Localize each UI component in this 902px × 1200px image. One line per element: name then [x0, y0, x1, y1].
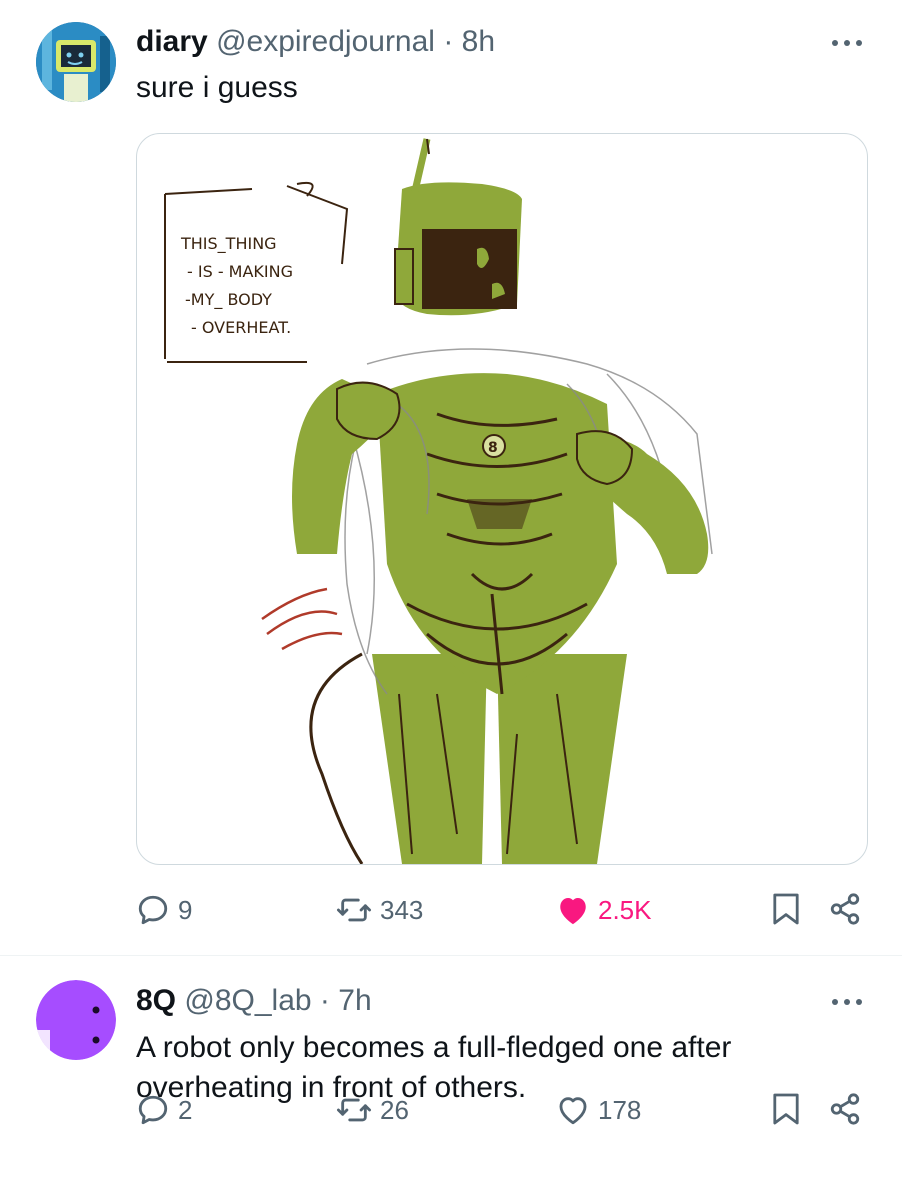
caption-line-2: - IS - MAKING: [187, 262, 293, 281]
repost-button[interactable]: 343: [336, 890, 423, 930]
post-image[interactable]: THIS_THING - IS - MAKING -MY_ BODY - OVE…: [136, 133, 868, 865]
like-icon: [560, 897, 586, 925]
caption-line-4: - OVERHEAT.: [191, 318, 291, 337]
bookmark-button[interactable]: [772, 892, 800, 931]
repost-icon: [337, 1098, 371, 1122]
caption-line-3: -MY_ BODY: [185, 290, 272, 310]
separator: ·: [319, 984, 330, 1017]
author-name[interactable]: diary: [136, 25, 208, 58]
repost-count: 343: [380, 894, 424, 925]
share-button[interactable]: [828, 892, 862, 931]
author-handle[interactable]: @expiredjournal: [216, 25, 435, 58]
post-time[interactable]: 8h: [462, 25, 495, 58]
reply-count: 2: [178, 1094, 193, 1125]
like-icon: [559, 1097, 587, 1125]
chest-badge: 8: [488, 440, 498, 456]
heat-lines: [261, 587, 343, 651]
avatar[interactable]: [36, 22, 116, 102]
post-diary[interactable]: diary @expiredjournal · 8h sure i guess …: [0, 0, 902, 956]
post-time[interactable]: 7h: [338, 984, 371, 1017]
post-actions: 2 26 178: [136, 1090, 866, 1130]
speech-text: THIS_THING - IS - MAKING -MY_ BODY - OVE…: [180, 234, 293, 337]
separator: ·: [443, 25, 454, 58]
reply-icon: [138, 895, 168, 925]
author-handle[interactable]: @8Q_lab: [184, 984, 311, 1017]
share-button[interactable]: [828, 1092, 862, 1131]
like-count: 2.5K: [598, 894, 652, 925]
reply-count: 9: [178, 894, 193, 925]
reply-button[interactable]: 9: [136, 890, 192, 930]
share-icon: [830, 893, 860, 925]
repost-icon: [337, 898, 371, 922]
author-name[interactable]: 8Q: [136, 984, 176, 1017]
post-actions: 9 343 2.5K: [136, 890, 866, 930]
post-text: sure i guess: [136, 71, 298, 104]
bookmark-icon: [773, 1093, 799, 1125]
like-count: 178: [598, 1094, 642, 1125]
bookmark-button[interactable]: [772, 1092, 800, 1131]
post-8q[interactable]: 8Q @8Q_lab · 7h A robot only becomes a f…: [0, 956, 902, 1200]
like-button[interactable]: 178: [556, 1090, 641, 1130]
post-header: diary @expiredjournal · 8h: [136, 24, 495, 60]
repost-count: 26: [380, 1094, 409, 1125]
repost-button[interactable]: 26: [336, 1090, 409, 1130]
reply-button[interactable]: 2: [136, 1090, 192, 1130]
post-header: 8Q @8Q_lab · 7h: [136, 983, 372, 1019]
bookmark-icon: [773, 893, 799, 925]
robot-illustration: THIS_THING - IS - MAKING -MY_ BODY - OVE…: [164, 138, 713, 864]
like-button[interactable]: 2.5K: [556, 890, 652, 930]
more-icon[interactable]: [832, 997, 862, 1007]
share-icon: [830, 1093, 860, 1125]
more-icon[interactable]: [832, 38, 862, 48]
reply-icon: [138, 1095, 168, 1125]
avatar[interactable]: [36, 980, 116, 1060]
caption-line-1: THIS_THING: [180, 234, 277, 254]
